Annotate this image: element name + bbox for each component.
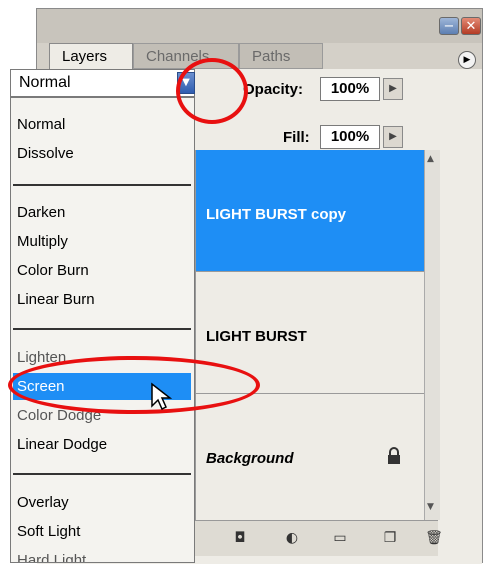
- layer-row-background[interactable]: Background: [196, 394, 424, 516]
- blend-mode-select[interactable]: Normal ▼: [10, 69, 195, 97]
- menu-divider: [13, 473, 191, 475]
- adjustment-layer-icon[interactable]: ◐: [283, 529, 301, 547]
- blend-option[interactable]: Normal: [13, 111, 191, 138]
- minimize-icon[interactable]: −: [439, 17, 459, 35]
- blend-option[interactable]: Color Burn: [13, 257, 191, 284]
- close-icon[interactable]: ✕: [461, 17, 481, 35]
- opacity-slider-button[interactable]: ▶: [383, 78, 403, 100]
- blend-option[interactable]: Linear Dodge: [13, 431, 191, 458]
- chevron-down-icon[interactable]: ▼: [177, 72, 195, 94]
- fill-field[interactable]: 100%: [320, 125, 380, 149]
- scroll-up-icon[interactable]: ▲: [427, 154, 434, 164]
- tab-paths[interactable]: Paths: [239, 43, 323, 69]
- layers-list: LIGHT BURST copy LIGHT BURST Background …: [195, 150, 440, 520]
- layer-name: LIGHT BURST copy: [206, 206, 347, 223]
- fill-slider-button[interactable]: ▶: [383, 126, 403, 148]
- blend-mode-value: Normal: [19, 74, 71, 91]
- panel-titlebar: − ✕: [37, 9, 482, 43]
- lock-icon: [388, 447, 400, 464]
- blend-option[interactable]: Darken: [13, 199, 191, 226]
- blend-option[interactable]: Multiply: [13, 228, 191, 255]
- panel-menu-icon[interactable]: ▶: [458, 51, 476, 69]
- layer-row-light-burst[interactable]: LIGHT BURST: [196, 272, 424, 394]
- trash-icon[interactable]: 🗑: [425, 529, 443, 547]
- pointer-cursor-icon: [151, 382, 172, 411]
- layers-bottom-toolbar: ◘ ◐ ▭ ❐ 🗑: [195, 520, 443, 556]
- blend-option[interactable]: Lighten: [13, 344, 191, 371]
- fill-label: Fill:: [283, 129, 310, 146]
- new-layer-icon[interactable]: ❐: [381, 529, 399, 547]
- blend-option[interactable]: Linear Burn: [13, 286, 191, 313]
- opacity-label: Opacity:: [243, 81, 304, 98]
- add-mask-icon[interactable]: ◘: [231, 529, 249, 547]
- menu-divider: [13, 328, 191, 330]
- tab-layers[interactable]: Layers: [49, 43, 133, 69]
- tab-channels[interactable]: Channels: [133, 43, 239, 69]
- blend-option[interactable]: Overlay: [13, 489, 191, 516]
- layers-scrollbar[interactable]: ▲ ▼: [424, 150, 440, 520]
- scroll-down-icon[interactable]: ▼: [427, 502, 434, 512]
- blend-option[interactable]: Soft Light: [13, 518, 191, 545]
- new-group-icon[interactable]: ▭: [331, 529, 349, 547]
- layer-name: LIGHT BURST: [206, 328, 307, 345]
- blend-mode-dropdown: Normal Dissolve Darken Multiply Color Bu…: [10, 97, 195, 563]
- layer-name: Background: [206, 450, 294, 467]
- blend-option[interactable]: Hard Light: [13, 547, 191, 562]
- menu-divider: [13, 184, 191, 186]
- opacity-field[interactable]: 100%: [320, 77, 380, 101]
- blend-option[interactable]: Dissolve: [13, 140, 191, 167]
- layer-row-light-burst-copy[interactable]: LIGHT BURST copy: [196, 150, 424, 272]
